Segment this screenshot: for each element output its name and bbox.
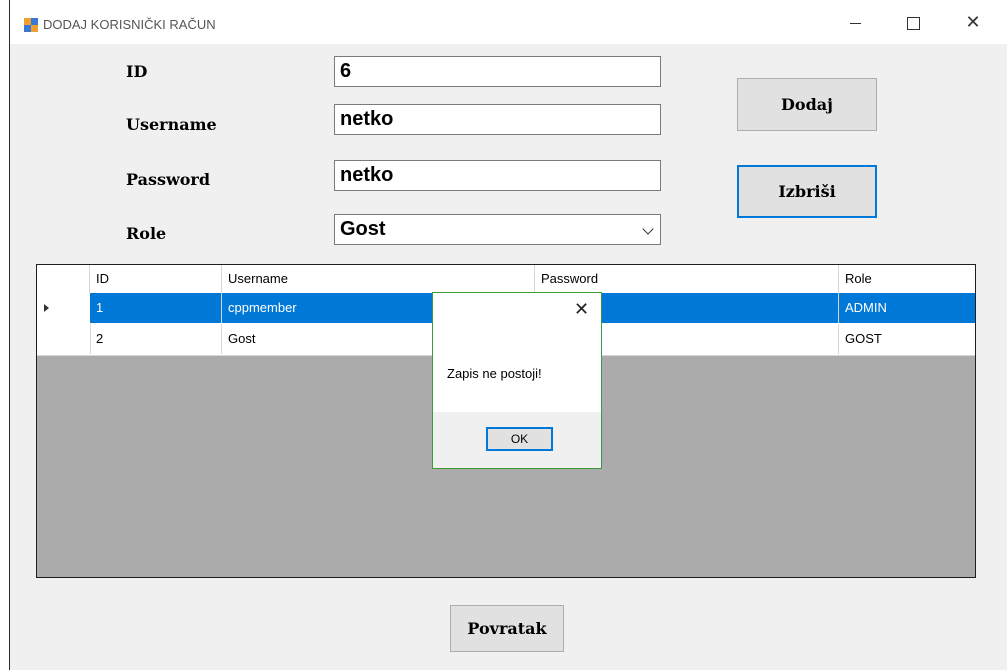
- ok-button[interactable]: OK: [486, 427, 553, 451]
- id-label: ID: [126, 62, 148, 81]
- maximize-button[interactable]: [890, 8, 936, 38]
- close-button[interactable]: ✕: [950, 8, 996, 38]
- dialog-footer: OK: [433, 412, 601, 468]
- role-select-value: Gost: [340, 218, 386, 240]
- minimize-icon: [849, 23, 861, 24]
- message-dialog: ✕ Zapis ne postoji! OK: [432, 292, 602, 469]
- id-field[interactable]: 6: [334, 56, 661, 87]
- cell-id[interactable]: 1: [90, 293, 222, 323]
- back-button[interactable]: Povratak: [450, 605, 564, 652]
- add-button[interactable]: Dodaj: [737, 78, 877, 131]
- cell-id[interactable]: 2: [90, 324, 222, 354]
- minimize-button[interactable]: [832, 8, 878, 38]
- password-field[interactable]: netko: [334, 160, 661, 191]
- cell-role[interactable]: ADMIN: [839, 293, 975, 323]
- column-header-id[interactable]: ID: [90, 265, 222, 293]
- cell-role[interactable]: GOST: [839, 324, 975, 354]
- current-row-icon: [44, 304, 49, 312]
- window-title: DODAJ KORISNIČKI RAČUN: [43, 17, 216, 32]
- password-label: Password: [126, 170, 211, 189]
- column-header-role[interactable]: Role: [839, 265, 975, 293]
- role-select[interactable]: Gost: [334, 214, 661, 245]
- role-label: Role: [126, 224, 167, 243]
- username-field[interactable]: netko: [334, 104, 661, 135]
- grid-header: ID Username Password Role: [37, 265, 975, 294]
- row-header[interactable]: [37, 324, 91, 354]
- column-header-username[interactable]: Username: [222, 265, 535, 293]
- main-window: DODAJ KORISNIČKI RAČUN ✕ ID Username Pas…: [10, 0, 1007, 670]
- app-icon: [24, 18, 38, 32]
- close-icon: ✕: [965, 12, 981, 33]
- title-bar[interactable]: DODAJ KORISNIČKI RAČUN ✕: [10, 0, 1007, 44]
- chevron-down-icon[interactable]: [642, 223, 654, 235]
- delete-button[interactable]: Izbriši: [737, 165, 877, 218]
- dialog-close-button[interactable]: ✕: [574, 299, 589, 320]
- close-icon: ✕: [574, 299, 590, 320]
- maximize-icon: [906, 17, 920, 30]
- dialog-message: Zapis ne postoji!: [447, 366, 542, 381]
- username-label: Username: [126, 115, 217, 134]
- row-header[interactable]: [37, 293, 91, 323]
- row-header-corner: [37, 265, 90, 293]
- column-header-password[interactable]: Password: [535, 265, 839, 293]
